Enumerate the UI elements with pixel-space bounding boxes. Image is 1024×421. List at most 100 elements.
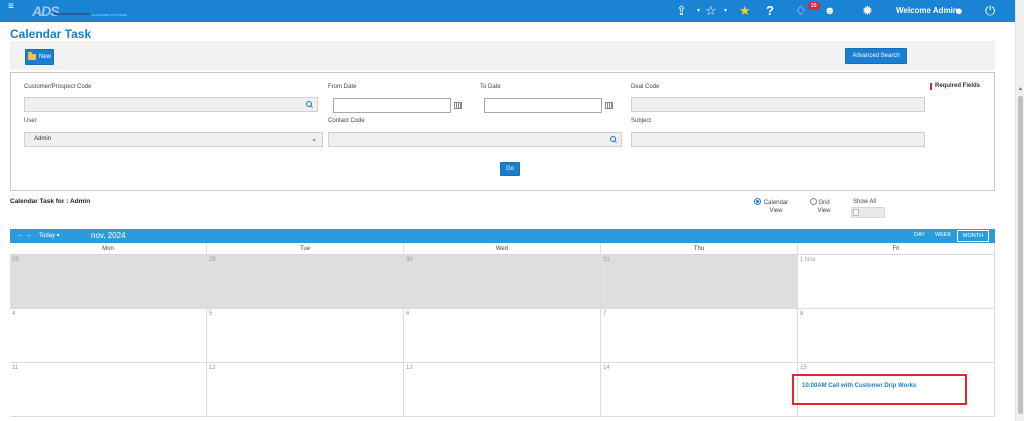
day-header-mon: Mon xyxy=(10,243,207,255)
required-fields-label: Required Fields xyxy=(935,83,981,89)
gear-icon[interactable]: ✹ xyxy=(862,3,873,19)
user-avatar-icon[interactable]: ● xyxy=(955,3,963,19)
day-number: 11 xyxy=(12,365,19,371)
customer-code-label: Customer/Prospect Code xyxy=(24,84,92,90)
to-date-input[interactable] xyxy=(484,98,602,113)
calendar-day-cell[interactable]: 13 xyxy=(404,363,601,417)
day-header-wed: Wed xyxy=(404,243,601,255)
day-number: 6 xyxy=(406,311,410,317)
calendar-day-cell[interactable]: 7 xyxy=(601,309,798,363)
new-button[interactable]: New xyxy=(25,49,54,65)
show-all-label: Show All xyxy=(853,199,877,205)
contact-code-input[interactable] xyxy=(328,132,622,147)
day-number: 8 xyxy=(800,311,804,317)
day-number: 12 xyxy=(209,365,216,371)
menu-icon[interactable]: ≡ xyxy=(8,2,14,12)
logo-mark xyxy=(54,7,90,15)
scroll-up-icon[interactable]: ▲ xyxy=(1018,86,1023,92)
day-header-tue: Tue xyxy=(207,243,404,255)
from-date-label: From Date xyxy=(328,84,357,90)
vertical-scrollbar[interactable]: ▲ xyxy=(1015,0,1024,421)
day-number: 30 xyxy=(406,257,413,263)
top-bar: ≡ ADS CLOUD ERP SOFTWARE ⇪ ▼ ☆ ▼ ★ ? ♢ 2… xyxy=(0,0,1015,22)
to-date-label: To Date xyxy=(480,84,501,90)
day-number: 29 xyxy=(209,257,216,263)
toggle-knob xyxy=(853,209,859,216)
prev-next-icon[interactable]: ← → xyxy=(18,232,32,238)
contact-code-label: Contact Code xyxy=(328,118,365,124)
calendar-toolbar: ← → Today ▾ nov, 2024 DAY WEEK MONTH xyxy=(10,229,995,243)
today-label: Today xyxy=(39,233,56,239)
customer-code-input[interactable] xyxy=(24,97,318,112)
filter-panel: Customer/Prospect Code From Date To Date… xyxy=(10,72,995,191)
calendar-day-cell[interactable]: 31 xyxy=(601,255,798,309)
view-day-button[interactable]: DAY xyxy=(914,232,925,238)
calendar-day-cell[interactable]: 4 xyxy=(10,309,207,363)
show-all-toggle[interactable] xyxy=(851,207,885,218)
calendar-day-cell[interactable]: 8 xyxy=(798,309,995,363)
day-number: 7 xyxy=(603,311,607,317)
company-logo[interactable]: ADS CLOUD ERP SOFTWARE xyxy=(32,3,132,19)
scrollbar-thumb[interactable] xyxy=(1018,96,1023,414)
deal-code-label: Deal Code xyxy=(631,84,660,90)
search-icon[interactable] xyxy=(306,101,313,108)
day-number: 1 Nov xyxy=(800,257,816,263)
notification-badge[interactable]: 20 xyxy=(808,2,820,10)
users-icon[interactable]: ☻ xyxy=(824,3,836,19)
calendar-day-cell[interactable]: 14 xyxy=(601,363,798,417)
starred-icon[interactable]: ★ xyxy=(739,3,751,19)
chevron-down-icon: ⌄ xyxy=(311,136,317,143)
page-title: Calendar Task xyxy=(10,27,92,41)
folder-icon xyxy=(27,52,36,60)
bell-icon[interactable]: ♢ xyxy=(795,3,807,19)
calendar-day-cell[interactable]: 6 xyxy=(404,309,601,363)
to-date-calendar-icon[interactable] xyxy=(605,102,613,109)
favorites-caret-icon[interactable]: ▼ xyxy=(723,8,728,14)
day-header-thu: Thu xyxy=(601,243,798,255)
calendar-day-cell[interactable]: 12 xyxy=(207,363,404,417)
logo-tagline: CLOUD ERP SOFTWARE xyxy=(92,13,128,17)
today-button[interactable]: Today ▾ xyxy=(39,232,60,239)
search-icon[interactable] xyxy=(610,136,617,143)
calendar-view-label[interactable]: Calendar View xyxy=(759,199,793,215)
help-icon[interactable]: ? xyxy=(766,3,774,19)
day-number: 15 xyxy=(800,365,807,371)
share-icon[interactable]: ⇪ xyxy=(676,3,687,19)
go-button[interactable]: Go xyxy=(500,162,520,176)
calendar-day-cell[interactable]: 29 xyxy=(207,255,404,309)
day-number: 14 xyxy=(603,365,610,371)
calendar-day-cell[interactable]: 5 xyxy=(207,309,404,363)
user-select-value: Admin xyxy=(34,136,52,142)
event-highlight-box xyxy=(792,374,967,405)
user-label: User xyxy=(24,118,37,124)
required-marker xyxy=(930,83,932,90)
toolbar: New Advanced Search xyxy=(10,41,995,70)
from-date-input[interactable] xyxy=(333,98,451,113)
user-select[interactable]: Admin ⌄ xyxy=(24,132,323,147)
welcome-text[interactable]: Welcome Admin xyxy=(896,6,958,15)
subject-input[interactable] xyxy=(631,132,925,147)
calendar-for-label: Calendar Task for : Admin xyxy=(10,198,91,205)
calendar-day-cell[interactable]: 28 xyxy=(10,255,207,309)
view-week-button[interactable]: WEEK xyxy=(935,232,951,238)
subject-label: Subject xyxy=(631,118,652,124)
favorites-icon[interactable]: ☆ xyxy=(705,3,717,19)
month-label: nov, 2024 xyxy=(91,231,126,240)
day-number: 4 xyxy=(12,311,16,317)
calendar-day-cell[interactable]: 1 Nov xyxy=(798,255,995,309)
power-icon[interactable]: ⏻ xyxy=(985,3,995,19)
day-number: 13 xyxy=(406,365,413,371)
day-number: 31 xyxy=(603,257,610,263)
grid-view-label[interactable]: Grid View xyxy=(815,199,833,215)
day-number: 5 xyxy=(209,311,213,317)
day-number: 28 xyxy=(12,257,19,263)
new-button-label: New xyxy=(38,54,51,60)
deal-code-input[interactable] xyxy=(631,97,925,112)
from-date-calendar-icon[interactable] xyxy=(454,102,462,109)
advanced-search-button[interactable]: Advanced Search xyxy=(845,48,907,64)
calendar-day-cell[interactable]: 11 xyxy=(10,363,207,417)
view-month-button[interactable]: MONTH xyxy=(957,230,989,242)
share-caret-icon[interactable]: ▼ xyxy=(696,8,701,14)
calendar-day-cell[interactable]: 30 xyxy=(404,255,601,309)
day-header-fri: Fri xyxy=(798,243,995,255)
